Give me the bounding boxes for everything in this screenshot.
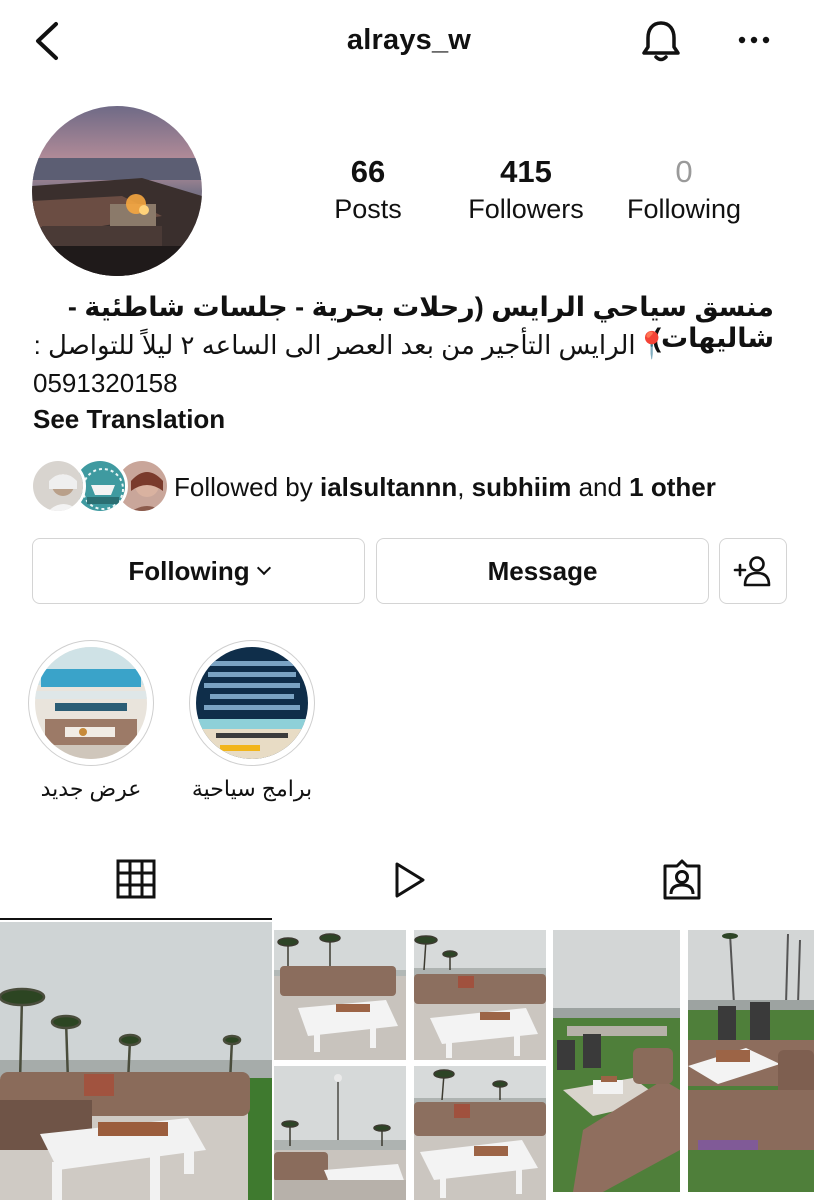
following-count-label: Following <box>626 194 742 224</box>
following-count[interactable]: 0 Following <box>616 154 752 225</box>
tab-reels[interactable] <box>273 840 545 920</box>
more-options-button[interactable] <box>734 26 778 54</box>
avatar-image <box>32 106 202 276</box>
followers-count-value: 415 <box>500 154 552 189</box>
tagged-person-icon <box>663 859 701 900</box>
chevron-down-icon <box>256 560 271 576</box>
posts-count-label: Posts <box>334 194 402 224</box>
tab-tagged[interactable] <box>546 840 818 920</box>
post-thumbnail[interactable] <box>414 930 546 1060</box>
suggested-users-button[interactable] <box>719 538 787 604</box>
post-thumbnail[interactable] <box>274 930 406 1060</box>
posts-count[interactable]: 66 Posts <box>318 154 418 225</box>
post-thumbnail[interactable] <box>0 922 272 1200</box>
following-button-label: Following <box>128 555 250 586</box>
and-text: and <box>571 472 630 502</box>
message-button-label: Message <box>487 555 598 586</box>
highlight-cover <box>35 647 147 759</box>
pin-icon: 📍 <box>635 330 668 360</box>
add-user-icon <box>733 556 771 587</box>
profile-avatar[interactable] <box>32 106 202 276</box>
followed-by-prefix: Followed by <box>174 472 320 502</box>
profile-tabs <box>0 840 818 920</box>
grid-icon <box>116 859 156 899</box>
highlight-ring <box>189 640 315 766</box>
followers-count-label: Followers <box>468 194 584 224</box>
following-button[interactable]: Following <box>32 538 365 604</box>
story-highlight[interactable]: عرض جديد <box>28 640 156 801</box>
post-thumbnail[interactable] <box>688 930 814 1192</box>
follower-avatar <box>30 458 86 514</box>
post-thumbnail[interactable] <box>553 930 680 1192</box>
followers-count[interactable]: 415 Followers <box>456 154 596 225</box>
posts-count-value: 66 <box>350 154 386 189</box>
follower-username: ialsultannn <box>319 472 458 502</box>
post-thumbnail[interactable] <box>274 1066 406 1200</box>
posts-grid <box>0 922 818 1200</box>
see-translation-link[interactable]: See Translation <box>33 404 225 435</box>
others-count: 1 other <box>629 472 716 502</box>
more-horizontal-icon <box>738 36 770 44</box>
highlight-ring <box>28 640 154 766</box>
bell-icon <box>642 21 680 62</box>
followed-by-avatars[interactable] <box>30 458 170 514</box>
top-bar: alrays_w <box>0 0 818 84</box>
notifications-button[interactable] <box>636 16 686 66</box>
followed-by-text[interactable]: Followed by ialsultannn, subhiim and 1 o… <box>174 472 716 503</box>
bio-description: 📍الرايس التأجير من بعد العصر الى الساعه … <box>0 330 742 361</box>
highlight-label: برامج سياحية <box>191 776 313 801</box>
post-thumbnail[interactable] <box>414 1066 546 1200</box>
highlight-label: عرض جديد <box>40 776 142 801</box>
profile-username: alrays_w <box>346 24 472 56</box>
play-icon <box>395 862 425 898</box>
bio-phone[interactable]: 0591320158 <box>33 368 783 399</box>
tab-posts-grid[interactable] <box>0 840 272 920</box>
following-count-value: 0 <box>675 154 693 189</box>
separator: , <box>457 472 472 502</box>
follower-username: subhiim <box>471 472 572 502</box>
bio-text: الرايس التأجير من بعد العصر الى الساعه ٢… <box>33 330 636 360</box>
message-button[interactable]: Message <box>376 538 709 604</box>
highlight-cover <box>196 647 308 759</box>
story-highlight[interactable]: برامج سياحية <box>189 640 317 801</box>
